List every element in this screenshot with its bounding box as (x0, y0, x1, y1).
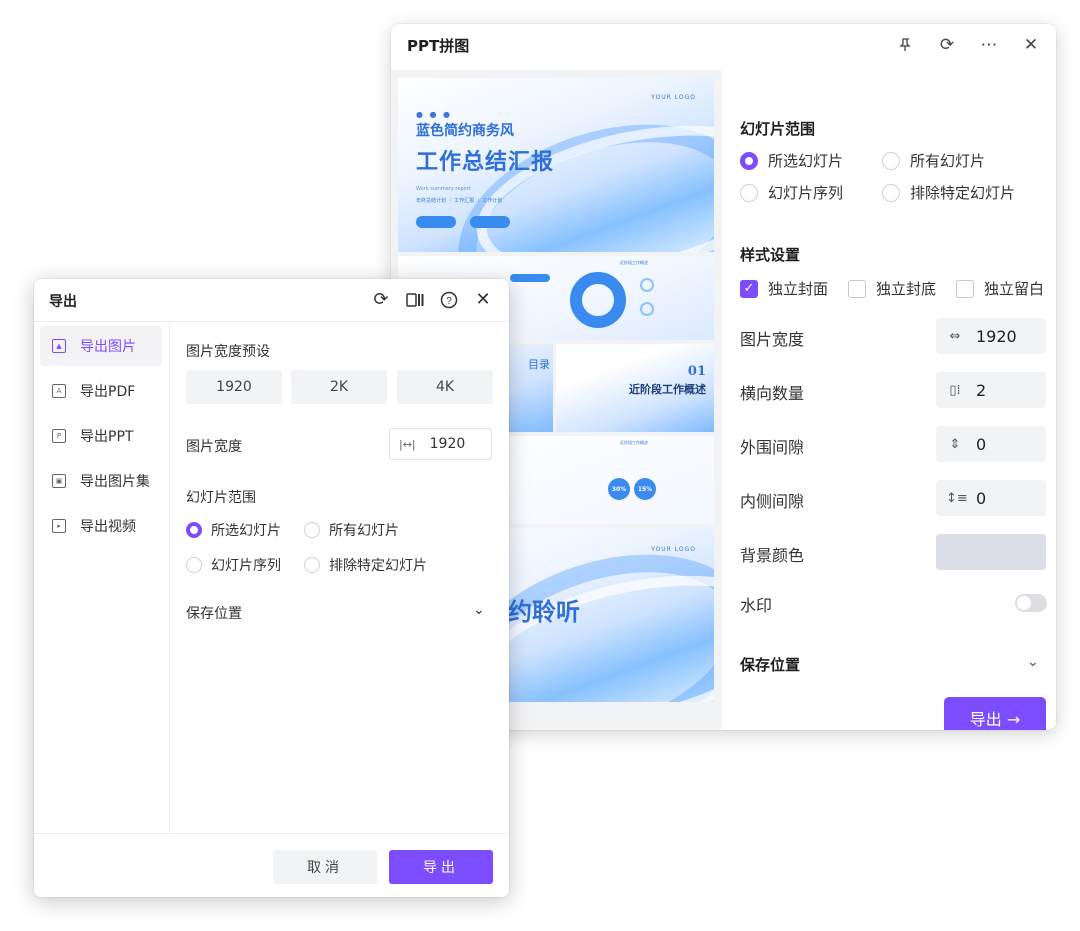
slide-cover: YOUR LOGO ● ● ● 蓝色简约商务风 工作总结汇报 Work summ… (398, 78, 714, 252)
pin-icon[interactable] (890, 32, 920, 58)
nav-export-pdf[interactable]: A 导出PDF (40, 371, 162, 411)
horizontal-count-field[interactable]: ▯⁞ 2 (936, 372, 1046, 408)
check-separate-back[interactable]: 独立封底 (848, 278, 936, 299)
radio-button[interactable] (740, 183, 758, 202)
checkbox[interactable] (956, 279, 974, 298)
slide-pill (470, 216, 510, 228)
svg-text:?: ? (446, 296, 452, 307)
slide-ring-chart (570, 272, 626, 328)
outer-gap-label: 外围间隙 (740, 438, 805, 457)
radio-exclude-slides[interactable]: 排除特定幻灯片 (882, 182, 1015, 203)
chevron-down-icon[interactable]: ⌄ (1027, 654, 1039, 670)
radio-selected-slides[interactable]: 所选幻灯片 (186, 520, 281, 540)
pdf-icon: A (52, 384, 66, 398)
image-icon: ▲ (52, 339, 66, 353)
save-location-label: 保存位置 (740, 656, 801, 674)
slide-title: 工作总结汇报 (416, 149, 555, 175)
export-options: 图片宽度预设 1920 2K 4K 图片宽度 |↔| 1920 幻灯片范围 所选幻… (171, 322, 509, 834)
radio-button[interactable] (186, 557, 202, 573)
gallery-icon: ▣ (52, 474, 66, 488)
line-spacing-icon: ↕≡ (946, 490, 968, 506)
refresh-icon[interactable]: ⟳ (367, 287, 395, 313)
export-nav: ▲ 导出图片 A 导出PDF P 导出PPT ▣ 导出图片集 ▸ 导出视频 (34, 322, 170, 834)
width-arrows-icon: ⇔ (949, 328, 961, 344)
bg-color-label: 背景颜色 (740, 546, 805, 565)
preset-2k-button[interactable]: 2K (291, 370, 387, 404)
preset-1920-button[interactable]: 1920 (186, 370, 282, 404)
save-location-label: 保存位置 (186, 606, 242, 622)
radio-slide-sequence[interactable]: 幻灯片序列 (186, 555, 281, 575)
radio-button[interactable] (740, 151, 758, 170)
watermark-label: 水印 (740, 596, 773, 615)
check-separate-blank[interactable]: 独立留白 (956, 278, 1044, 299)
horizontal-count-label: 横向数量 (740, 384, 805, 403)
image-width-label: 图片宽度 (186, 439, 242, 455)
vertical-spacing-icon: ⇕ (949, 436, 961, 452)
cancel-button[interactable]: 取消 (273, 850, 377, 884)
outer-gap-field[interactable]: ⇕ 0 (936, 426, 1046, 462)
nav-export-gallery[interactable]: ▣ 导出图片集 (40, 461, 162, 501)
slide-range-label: 幻灯片范围 (186, 490, 256, 506)
bg-color-picker[interactable] (936, 534, 1046, 570)
radio-button[interactable] (304, 557, 320, 573)
width-preset-label: 图片宽度预设 (186, 344, 270, 360)
slide-pill (416, 216, 456, 228)
chevron-down-icon[interactable]: ⌄ (473, 602, 485, 618)
slide-subtitle: 蓝色简约商务风 (416, 123, 514, 139)
watermark-toggle[interactable] (1015, 594, 1047, 612)
radio-button[interactable] (882, 151, 900, 170)
checkbox[interactable] (848, 279, 866, 298)
window-title: PPT拼图 (407, 37, 470, 55)
more-icon[interactable]: ⋯ (974, 32, 1004, 58)
radio-slide-sequence[interactable]: 幻灯片序列 (740, 182, 843, 203)
nav-export-ppt[interactable]: P 导出PPT (40, 416, 162, 456)
radio-button[interactable] (882, 183, 900, 202)
dialog-toolbar: ⟳ ? ✕ (367, 287, 497, 313)
image-width-label: 图片宽度 (740, 330, 805, 349)
settings-panel: 幻灯片范围 所选幻灯片 所有幻灯片 幻灯片序列 排除特定幻灯片 样式设置 ✓ 独立… (722, 70, 1056, 730)
columns-icon: ▯⁞ (949, 382, 961, 398)
preset-4k-button[interactable]: 4K (397, 370, 493, 404)
columns-icon[interactable] (401, 287, 429, 313)
close-icon[interactable]: ✕ (469, 287, 497, 313)
nav-export-image[interactable]: ▲ 导出图片 (40, 326, 162, 366)
refresh-icon[interactable]: ⟳ (932, 32, 962, 58)
image-width-input[interactable]: |↔| 1920 (389, 428, 492, 460)
check-separate-cover[interactable]: ✓ 独立封面 (740, 278, 828, 299)
inner-gap-field[interactable]: ↕≡ 0 (936, 480, 1046, 516)
slide-en-title: Work summary report (416, 186, 471, 192)
radio-button[interactable] (304, 522, 320, 538)
ppt-icon: P (52, 429, 66, 443)
inner-gap-label: 内侧间隙 (740, 492, 805, 511)
radio-all-slides[interactable]: 所有幻灯片 (882, 150, 985, 171)
nav-export-video[interactable]: ▸ 导出视频 (40, 506, 162, 546)
slide-tags: 年终总结计划 ｜ 工作汇报 ｜ 工作计划 (416, 198, 503, 204)
checkbox[interactable]: ✓ (740, 279, 758, 298)
radio-exclude-slides[interactable]: 排除特定幻灯片 (304, 555, 427, 575)
dialog-title: 导出 (49, 294, 77, 310)
image-width-field[interactable]: ⇔ 1920 (936, 318, 1046, 354)
style-settings-title: 样式设置 (740, 246, 801, 264)
slide-range-title: 幻灯片范围 (740, 120, 816, 138)
close-icon[interactable]: ✕ (1016, 32, 1046, 58)
export-button[interactable]: 导出 → (944, 697, 1046, 730)
slide-logo: YOUR LOGO (651, 94, 696, 101)
export-dialog: 导出 ⟳ ? ✕ ▲ 导出图片 A 导出PDF P 导出PPT ▣ 导出图片集 ▸ 导出视… (34, 279, 509, 897)
export-confirm-button[interactable]: 导出 (389, 850, 493, 884)
help-icon[interactable]: ? (435, 287, 463, 313)
radio-button[interactable] (186, 522, 202, 538)
window-toolbar: ⟳ ⋯ ✕ (890, 32, 1046, 58)
radio-all-slides[interactable]: 所有幻灯片 (304, 520, 399, 540)
radio-selected-slides[interactable]: 所选幻灯片 (740, 150, 843, 171)
video-icon: ▸ (52, 519, 66, 533)
width-arrows-icon: |↔| (399, 437, 416, 451)
